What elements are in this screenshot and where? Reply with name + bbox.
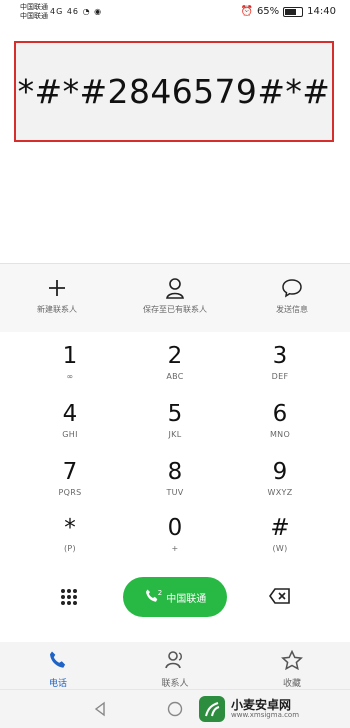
key-2[interactable]: 2 ABC	[125, 344, 225, 381]
key-digit: 1	[62, 343, 78, 369]
dialed-number: *#*#2846579#*#	[17, 72, 331, 111]
carrier-names: 中国联通 中国联通	[20, 3, 48, 21]
tab-phone[interactable]: 电话	[18, 650, 98, 689]
signal-indicators: 4G 46 ◔ ◉	[50, 7, 102, 16]
tab-phone-label: 电话	[48, 679, 67, 689]
phone-icon	[18, 650, 98, 674]
battery-percent: 65%	[256, 6, 280, 17]
bottom-tab-bar: 电话 联系人 收藏	[0, 642, 350, 689]
key-star[interactable]: * (P)	[20, 516, 120, 553]
contact-actions-bar: 新建联系人 保存至已有联系人 发送信息	[0, 263, 350, 333]
carrier-line-1: 中国联通	[20, 3, 48, 11]
call-carrier-label: 中国联通	[166, 593, 207, 605]
back-icon[interactable]	[92, 701, 108, 721]
system-nav-bar: 小麦安卓网 www.xmsigma.com	[0, 689, 350, 728]
tab-favorites-label: 收藏	[282, 679, 301, 689]
clock-time: 14:40	[307, 6, 336, 17]
alarm-icon: ⏰	[240, 6, 253, 17]
key-letters: TUV	[166, 488, 184, 497]
call-button[interactable]: 2 中国联通	[123, 577, 227, 617]
plus-icon	[2, 276, 112, 300]
wifi-icon: ◔	[82, 7, 91, 16]
status-right: ⏰ 65% 14:40	[240, 6, 336, 17]
watermark-title: 小麦安卓网	[231, 698, 292, 712]
key-hash[interactable]: # (W)	[230, 516, 330, 553]
key-1[interactable]: 1 ∞	[20, 344, 120, 381]
key-letters: DEF	[271, 372, 289, 381]
status-bar: 中国联通 中国联通 4G 46 ◔ ◉ ⏰ 65% 14:40	[0, 0, 350, 26]
dialpad-toggle-icon[interactable]	[56, 584, 82, 614]
dial-number-display[interactable]: *#*#2846579#*#	[14, 41, 334, 142]
save-to-existing-label: 保存至已有联系人	[143, 305, 207, 314]
nfc-icon: ◉	[94, 7, 103, 16]
key-digit: 8	[167, 459, 183, 485]
key-digit: 9	[272, 459, 288, 485]
signal-text: 4G 46	[50, 7, 80, 16]
key-5[interactable]: 5 JKL	[125, 402, 225, 439]
voicemail-icon: ∞	[66, 372, 74, 381]
key-letters: (P)	[64, 544, 76, 553]
key-9[interactable]: 9 WXYZ	[230, 460, 330, 497]
key-digit: *	[64, 515, 76, 541]
key-8[interactable]: 8 TUV	[125, 460, 225, 497]
watermark-url: www.xmsigma.com	[231, 711, 300, 719]
key-digit: 7	[62, 459, 78, 485]
key-digit: 3	[272, 343, 288, 369]
send-message-label: 发送信息	[276, 305, 308, 314]
message-icon	[237, 276, 347, 300]
send-message-button[interactable]: 发送信息	[237, 276, 347, 315]
key-0[interactable]: 0 +	[125, 516, 225, 553]
key-digit: 2	[167, 343, 183, 369]
dial-controls: 2 中国联通	[0, 570, 350, 642]
tab-favorites[interactable]: 收藏	[252, 649, 332, 689]
person-icon	[120, 276, 230, 300]
key-digit: 5	[167, 401, 183, 427]
tab-contacts-label: 联系人	[161, 679, 189, 689]
key-letters: WXYZ	[267, 488, 293, 497]
key-letters: (W)	[272, 544, 288, 553]
contacts-icon	[135, 650, 215, 674]
site-watermark: 小麦安卓网 www.xmsigma.com	[199, 694, 344, 724]
carrier-line-2: 中国联通	[20, 12, 48, 20]
call-sim-number: 2	[157, 589, 163, 597]
home-icon[interactable]	[166, 700, 184, 722]
site-logo	[199, 696, 225, 722]
key-letters: GHI	[62, 430, 78, 439]
key-6[interactable]: 6 MNO	[230, 402, 330, 439]
battery-icon	[283, 6, 304, 17]
dial-keypad: 1 ∞ 2 ABC 3 DEF 4 GHI 5 JKL 6 MNO 7 PQRS…	[0, 332, 350, 570]
key-digit: 4	[62, 401, 78, 427]
key-digit: 0	[167, 515, 183, 541]
backspace-icon[interactable]	[268, 587, 292, 609]
tab-contacts[interactable]: 联系人	[135, 650, 215, 689]
new-contact-label: 新建联系人	[37, 305, 77, 314]
key-letters: JKL	[168, 430, 182, 439]
key-3[interactable]: 3 DEF	[230, 344, 330, 381]
save-to-existing-button[interactable]: 保存至已有联系人	[120, 276, 230, 315]
star-icon	[252, 649, 332, 674]
key-letters: MNO	[269, 430, 291, 439]
key-letters: +	[171, 544, 179, 553]
key-digit: 6	[272, 401, 288, 427]
key-4[interactable]: 4 GHI	[20, 402, 120, 439]
key-7[interactable]: 7 PQRS	[20, 460, 120, 497]
new-contact-button[interactable]: 新建联系人	[2, 276, 112, 315]
key-digit: #	[270, 515, 290, 541]
key-letters: ABC	[166, 372, 184, 381]
key-letters: PQRS	[58, 488, 82, 497]
